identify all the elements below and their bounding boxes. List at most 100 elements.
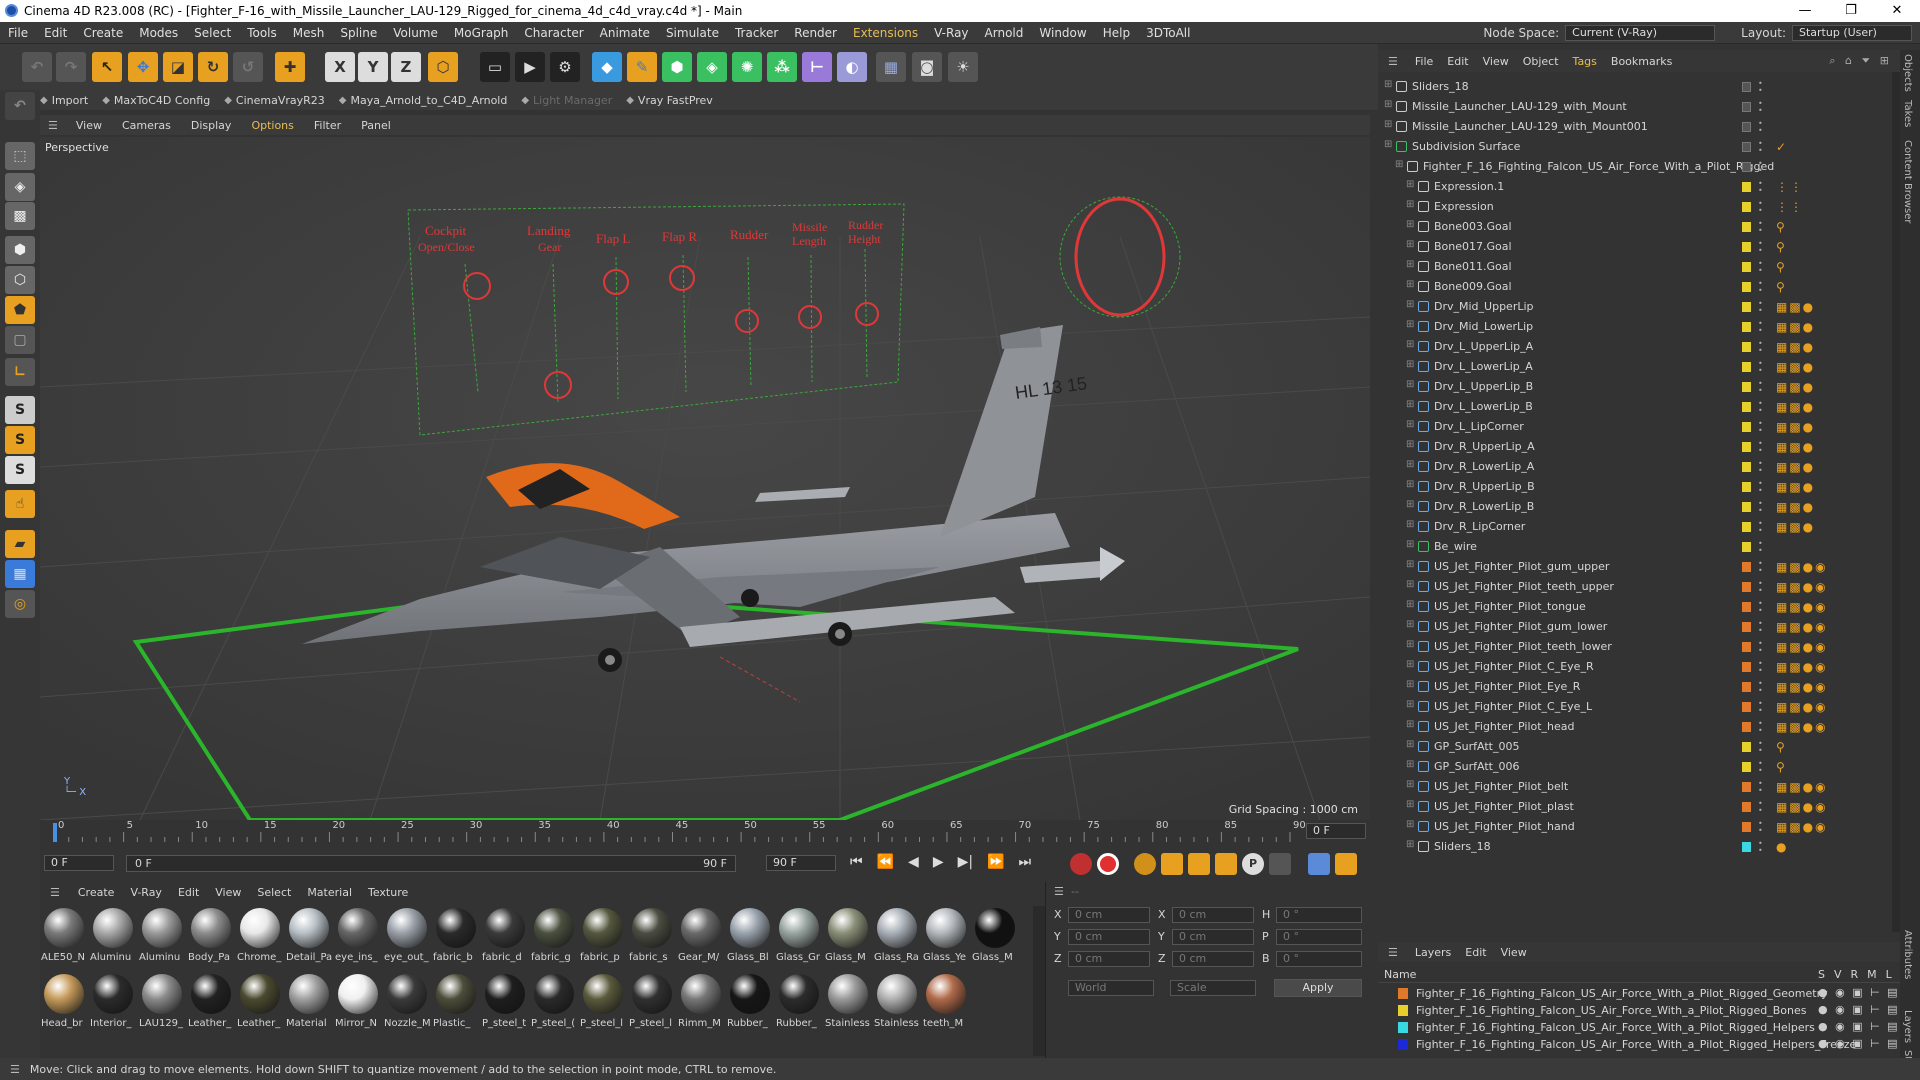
viewport-perspective[interactable]: Cockpit Open/Close Landing Gear Flap L Flap… [40,137,1370,820]
visibility-dots[interactable]: • • [1758,420,1763,435]
material-swatch[interactable]: Aluminu [139,906,185,970]
layer-color-chip[interactable] [1742,762,1751,772]
object-row[interactable]: ⊞ Expression • • ⋮⋮ [1378,197,1900,217]
material-swatch[interactable]: P_steel_l [580,972,626,1036]
layer-color-chip[interactable] [1742,662,1751,672]
x-size-field[interactable]: 0 cm [1172,907,1254,923]
expand-toggle[interactable]: ⊞ [1406,419,1414,430]
viewport-menu-filter[interactable]: Filter [304,119,351,132]
material-swatch[interactable]: Interior_ [90,972,136,1036]
layer-color-chip[interactable] [1742,822,1751,832]
playhead[interactable] [53,823,57,842]
material-swatch[interactable]: Rubber_ [727,972,773,1036]
material-swatch[interactable]: Material [286,972,332,1036]
material-swatch[interactable]: Glass_Bl [727,906,773,970]
h-rotation-field[interactable]: 0 ° [1276,907,1362,923]
menu-3dtoall[interactable]: 3DToAll [1138,26,1198,40]
object-tags[interactable]: ▦▩●◉ [1776,580,1828,594]
object-tags[interactable]: ⚲ [1776,760,1787,774]
layer-color-chip[interactable] [1742,402,1751,412]
expand-toggle[interactable]: ⊞ [1395,159,1403,170]
object-menu-icon[interactable]: ☰ [1388,55,1398,68]
visibility-dots[interactable]: • • [1758,360,1763,375]
material-swatch[interactable]: Glass_M [972,906,1018,970]
object-scrollbar[interactable] [1892,72,1900,932]
layer-color-chip[interactable] [1742,442,1751,452]
minimize-button[interactable]: — [1782,0,1828,22]
layer-color-chip[interactable] [1742,842,1751,852]
material-swatch[interactable]: Chrome_ [237,906,283,970]
expand-toggle[interactable]: ⊞ [1406,519,1414,530]
expand-toggle[interactable]: ⊞ [1406,459,1414,470]
layer-color-chip[interactable] [1742,602,1751,612]
material-swatch[interactable]: P_steel_l [629,972,675,1036]
visibility-dots[interactable]: • • [1758,120,1763,135]
status-menu-icon[interactable]: ☰ [10,1063,20,1076]
menu-character[interactable]: Character [516,26,591,40]
material-swatch[interactable]: Mirror_N [335,972,381,1036]
model-mode-icon[interactable]: ◈ [5,173,35,201]
object-row[interactable]: ⊞ Be_wire • • [1378,537,1900,557]
move-icon[interactable]: ✥ [128,52,158,82]
add-icon[interactable]: ✚ [275,52,305,82]
layer-color-chip[interactable] [1742,262,1751,272]
layer-color-chip[interactable] [1742,362,1751,372]
select-tool-icon[interactable]: ↺ [233,52,263,82]
param-key-icon[interactable]: P [1242,853,1264,875]
material-swatch[interactable]: Gear_M/ [678,906,724,970]
viewport-menu-view[interactable]: View [66,119,112,132]
expand-toggle[interactable]: ⊞ [1406,539,1414,550]
expand-toggle[interactable]: ⊞ [1406,439,1414,450]
object-tags[interactable]: ▦▩● [1776,440,1815,454]
object-tags[interactable]: ● [1776,840,1788,854]
side-tab-takes[interactable]: Takes [1902,100,1913,127]
visibility-dots[interactable]: • • [1758,320,1763,335]
quantize-icon[interactable]: S [5,456,35,484]
expand-toggle[interactable]: ⊞ [1384,79,1392,90]
material-menu-create[interactable]: Create [70,886,123,899]
visibility-dots[interactable]: • • [1758,760,1763,775]
expand-toggle[interactable]: ⊞ [1406,499,1414,510]
expand-toggle[interactable]: ⊞ [1406,739,1414,750]
visibility-dots[interactable]: • • [1758,680,1763,695]
object-row[interactable]: ⊞ US_Jet_Fighter_Pilot_tongue • • ▦▩●◉ [1378,597,1900,617]
layer-color-chip[interactable] [1742,322,1751,332]
layer-color-chip[interactable] [1742,462,1751,472]
material-menu-texture[interactable]: Texture [360,886,416,899]
material-swatch[interactable]: Aluminu [90,906,136,970]
material-swatch[interactable]: fabric_b [433,906,479,970]
plugin-cinemavrayr23[interactable]: ◆ CinemaVrayR23 [224,94,325,107]
layer-color-chip[interactable] [1742,802,1751,812]
visibility-dots[interactable]: • • [1758,340,1763,355]
visibility-dots[interactable]: • • [1758,580,1763,595]
material-swatch[interactable]: ALE50_N [41,906,87,970]
redo-icon[interactable]: ↷ [56,52,86,82]
expand-toggle[interactable]: ⊞ [1406,359,1414,370]
material-swatch[interactable]: P_steel_t [482,972,528,1036]
menu-volume[interactable]: Volume [385,26,446,40]
object-menu-tags[interactable]: Tags [1566,55,1604,68]
menu-arnold[interactable]: Arnold [977,26,1032,40]
polygons-mode-icon[interactable]: ⬟ [5,296,35,324]
object-row[interactable]: ⊞ US_Jet_Fighter_Pilot_hand • • ▦▩●◉ [1378,817,1900,837]
expand-toggle[interactable]: ⊞ [1406,299,1414,310]
layer-menu-view[interactable]: View [1494,946,1534,959]
undo-icon[interactable]: ↶ [22,52,52,82]
object-menu-view[interactable]: View [1476,55,1516,68]
object-row[interactable]: ⊞ Fighter_F_16_Fighting_Falcon_US_Air_For… [1378,157,1900,177]
snap-settings-icon[interactable]: S [5,426,35,454]
visibility-dots[interactable]: • • [1758,300,1763,315]
menu-render[interactable]: Render [786,26,845,40]
material-swatch[interactable]: fabric_s [629,906,675,970]
material-swatch[interactable]: fabric_p [580,906,626,970]
rotate-key-icon[interactable] [1215,853,1237,875]
layer-toggle-icons[interactable]: ● ◉ ▣ ⊢ ▤ [1818,1037,1900,1050]
apply-button[interactable]: Apply [1274,979,1362,997]
expand-toggle[interactable]: ⊞ [1406,599,1414,610]
coord-system-select[interactable]: World [1068,980,1154,996]
expand-toggle[interactable]: ⊞ [1406,699,1414,710]
expand-toggle[interactable]: ⊞ [1406,399,1414,410]
snap-icon[interactable]: S [5,396,35,424]
material-swatch[interactable]: Rubber_ [776,972,822,1036]
layer-menu-layers[interactable]: Layers [1408,946,1458,959]
